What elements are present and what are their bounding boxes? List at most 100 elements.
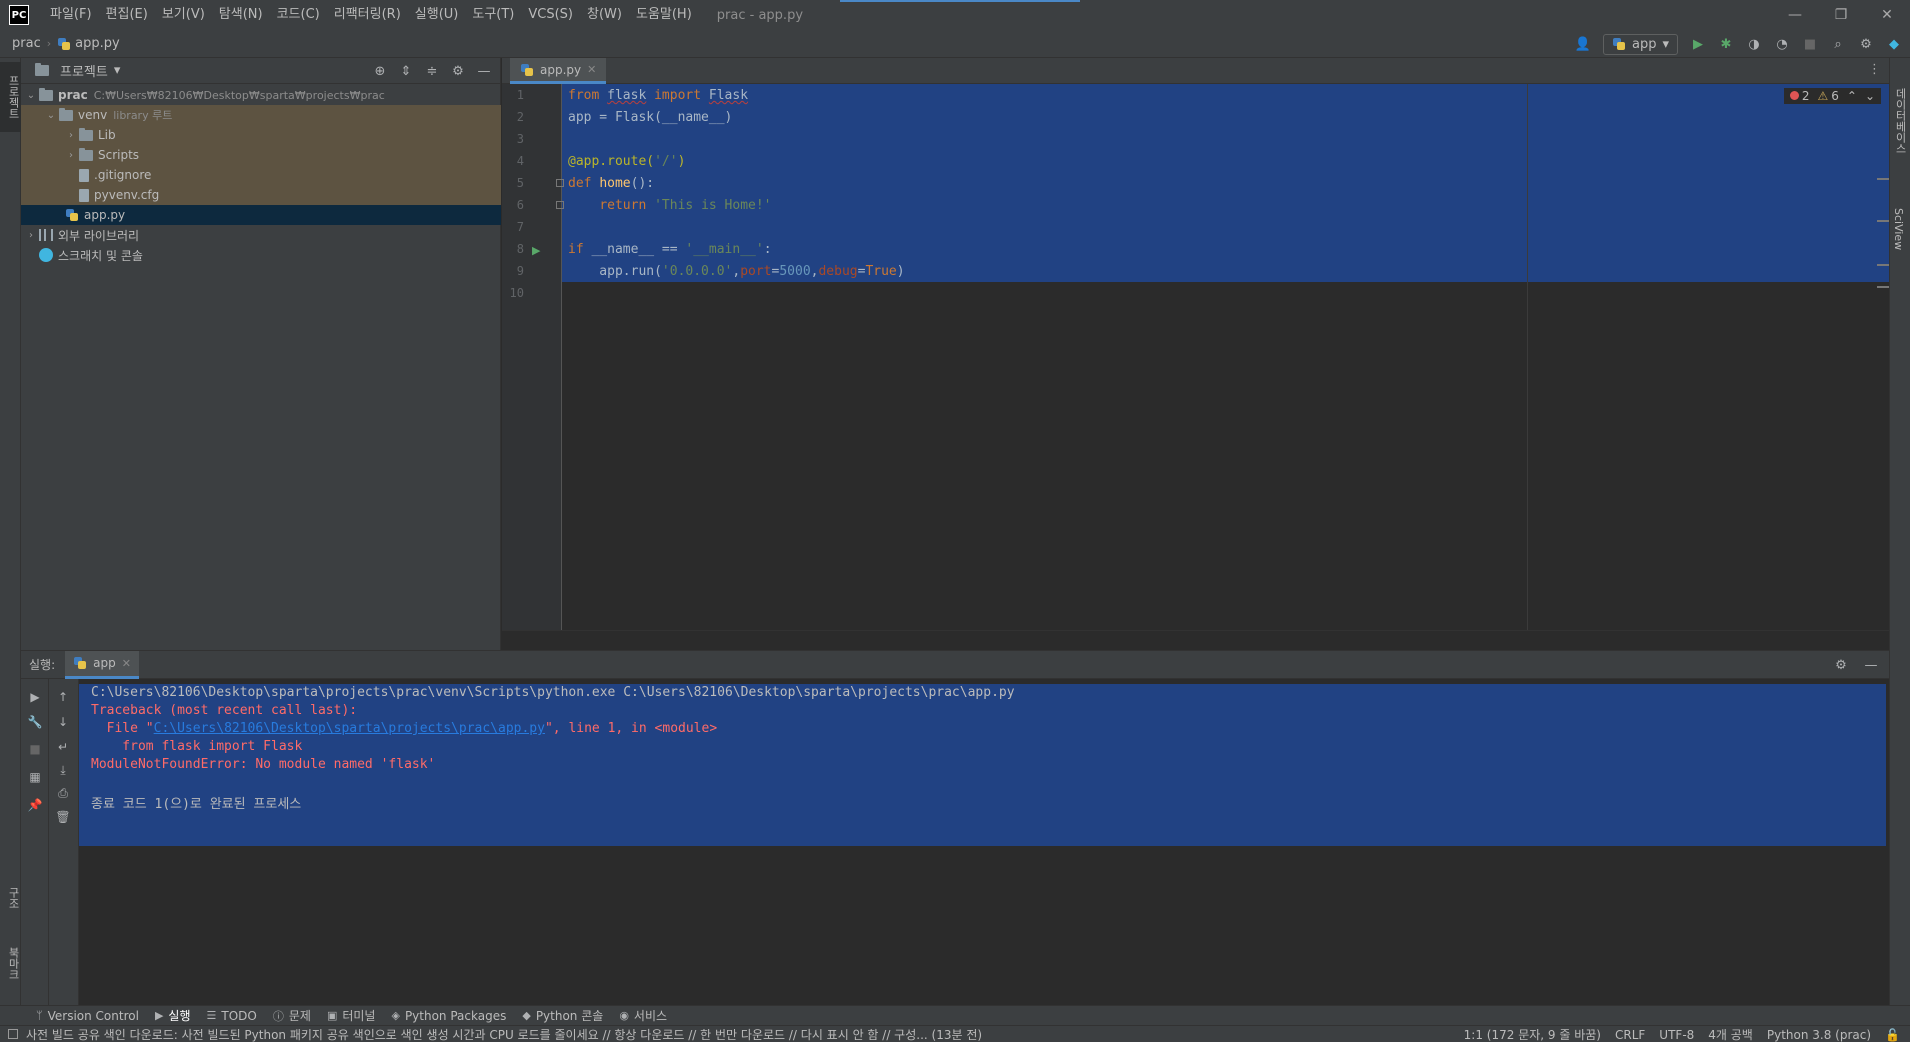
scroll-to-end-icon[interactable]: ⤓ [55,762,71,778]
menu-window[interactable]: 창(W) [580,0,629,30]
hide-icon[interactable]: — [476,63,492,79]
chevron-right-icon[interactable]: › [25,230,37,241]
stripe-mark[interactable] [1877,264,1889,266]
lock-icon[interactable]: 🔓 [1885,1028,1900,1042]
tool-terminal[interactable]: ▣ 터미널 [327,1007,376,1024]
editor-tab-app-py[interactable]: app.py ✕ [510,58,607,84]
close-icon[interactable]: ✕ [1864,0,1910,30]
menu-refactor[interactable]: 리팩터링(R) [327,0,408,30]
print-icon[interactable]: ⎙ [55,785,71,801]
stripe-mark[interactable] [1877,286,1889,288]
menu-help[interactable]: 도움말(H) [629,0,699,30]
tool-python-packages[interactable]: ◈ Python Packages [391,1009,506,1023]
chevron-right-icon[interactable]: › [65,150,77,161]
restore-icon[interactable]: ❐ [1818,0,1864,30]
menu-tools[interactable]: 도구(T) [465,0,521,30]
tree-item-pyvenv[interactable]: pyvenv.cfg [21,185,501,205]
profile-icon[interactable]: ◔ [1774,36,1790,52]
notification-icon[interactable] [8,1029,18,1039]
layout-icon[interactable]: ▦ [27,769,43,785]
run-config-select[interactable]: app ▾ [1602,33,1678,55]
tool-run[interactable]: ▶ 실행 [155,1007,191,1024]
breadcrumb-file[interactable]: app.py [75,36,120,51]
gear-icon[interactable]: ⚙ [1833,657,1849,673]
fold-icon[interactable] [556,201,564,209]
tool-todo[interactable]: ☰ TODO [207,1009,257,1023]
menu-navigate[interactable]: 탐색(N) [212,0,270,30]
rerun-icon[interactable]: ▶ [27,689,43,705]
tree-item-venv[interactable]: ⌄ venv library 루트 [21,105,501,125]
chevron-down-icon[interactable]: ⌄ [45,110,57,121]
debug-icon[interactable]: ✱ [1718,36,1734,52]
minimize-icon[interactable]: — [1772,0,1818,30]
run-gutter-icon[interactable]: ▶ [532,244,540,257]
pin-icon[interactable]: 📌 [27,797,43,813]
trash-icon[interactable]: 🗑 [55,809,71,825]
tree-item-scripts[interactable]: › Scripts [21,145,501,165]
soft-wrap-icon[interactable]: ↵ [55,739,71,755]
tree-item-lib[interactable]: › Lib [21,125,501,145]
menu-vcs[interactable]: VCS(S) [521,0,580,30]
menu-code[interactable]: 코드(C) [270,0,327,30]
shield-icon[interactable]: ◆ [1886,36,1902,52]
caret-position[interactable]: 1:1 (172 문자, 9 줄 바꿈) [1464,1026,1601,1042]
inspection-widget[interactable]: 2 ⚠ 6 ⌃ ⌄ [1783,88,1881,104]
close-tab-icon[interactable]: ✕ [122,657,131,670]
menu-run[interactable]: 실행(U) [408,0,466,30]
stop-icon[interactable]: ■ [1802,36,1818,52]
file-encoding[interactable]: UTF-8 [1659,1028,1694,1042]
breadcrumb-project[interactable]: prac [12,36,41,51]
code-editor[interactable]: 1 2 3 4 5 6 7 8 9 10 ▶ from flask import… [502,84,1889,630]
line-separator[interactable]: CRLF [1615,1028,1645,1042]
stripe-mark[interactable] [1877,220,1889,222]
indent-setting[interactable]: 4개 공백 [1708,1026,1753,1042]
tool-tab-project[interactable]: 프로젝트 [0,62,21,132]
tool-python-console[interactable]: ◆ Python 콘솔 [522,1007,603,1024]
editor-horizontal-scrollbar[interactable] [502,630,1889,650]
chevron-right-icon[interactable]: › [65,130,77,141]
coverage-icon[interactable]: ◑ [1746,36,1762,52]
chevron-up-icon[interactable]: ⌃ [1847,89,1857,103]
tree-item-scratches[interactable]: 스크래치 및 콘솔 [21,245,501,265]
tool-tab-database[interactable]: 데이터베이스 [1892,88,1908,154]
console-output[interactable]: C:\Users\82106\Desktop\sparta\projects\p… [79,679,1889,1006]
more-icon[interactable]: ⋮ [1868,62,1881,77]
tool-problems[interactable]: ⓘ 문제 [273,1007,311,1024]
wrench-icon[interactable]: 🔧 [27,714,43,730]
fold-icon[interactable] [556,179,564,187]
tree-item-app-py[interactable]: app.py [21,205,501,225]
project-panel-title[interactable]: 프로젝트 [60,61,108,80]
console-file-link[interactable]: C:\Users\82106\Desktop\sparta\projects\p… [154,721,545,736]
close-tab-icon[interactable]: ✕ [587,63,596,76]
locate-icon[interactable]: ⊕ [372,63,388,79]
hide-icon[interactable]: — [1863,657,1879,673]
python-interpreter[interactable]: Python 3.8 (prac) [1767,1028,1871,1042]
stripe-mark[interactable] [1877,178,1889,180]
tool-tab-structure[interactable]: 구조 [0,878,21,918]
chevron-down-icon[interactable]: ⌄ [1865,89,1875,103]
tool-tab-bookmarks[interactable]: 북마크 [0,938,21,988]
user-icon[interactable]: 👤 [1575,36,1591,52]
tree-item-gitignore[interactable]: .gitignore [21,165,501,185]
tree-item-external-libraries[interactable]: › 외부 라이브러리 [21,225,501,245]
menu-edit[interactable]: 편집(E) [99,0,155,30]
chevron-down-icon[interactable]: ⌄ [25,90,37,101]
menu-file[interactable]: 파일(F) [43,0,99,30]
search-icon[interactable]: ⌕ [1830,36,1846,52]
collapse-all-icon[interactable]: ≑ [424,63,440,79]
arrow-down-icon[interactable]: ↓ [55,714,71,730]
gear-icon[interactable]: ⚙ [450,63,466,79]
gear-icon[interactable]: ⚙ [1858,36,1874,52]
menu-view[interactable]: 보기(V) [155,0,212,30]
stop-icon[interactable]: ■ [27,741,43,757]
expand-all-icon[interactable]: ⇕ [398,63,414,79]
run-icon[interactable]: ▶ [1690,36,1706,52]
tree-item-prac[interactable]: ⌄ prac C:₩Users₩82106₩Desktop₩sparta₩pro… [21,85,501,105]
tool-services[interactable]: ◉ 서비스 [619,1007,667,1024]
arrow-up-icon[interactable]: ↑ [55,689,71,705]
tool-version-control[interactable]: ᛘ Version Control [36,1009,139,1023]
run-tab-app[interactable]: app ✕ [65,650,139,679]
status-message[interactable]: 사전 빌드 공유 색인 다운로드: 사전 빌드된 Python 패키지 공유 색… [26,1026,1026,1042]
chevron-down-icon[interactable]: ▾ [114,63,121,78]
tool-tab-sciview[interactable]: SciView [1892,208,1905,250]
